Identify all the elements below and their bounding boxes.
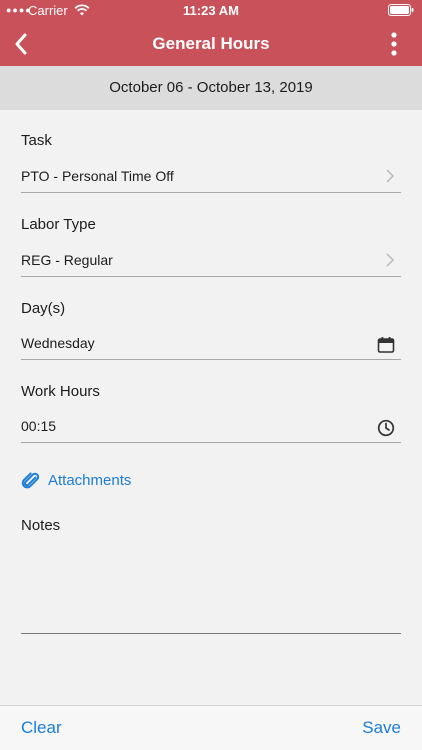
nav-bar: General Hours: [0, 22, 422, 66]
bottom-toolbar: Clear Save: [0, 705, 422, 750]
page-title: General Hours: [152, 34, 270, 53]
status-bar: ●●●● Carrier 11:23 AM: [0, 0, 422, 22]
days-field[interactable]: Wednesday: [21, 332, 401, 360]
date-range: October 06 - October 13, 2019: [0, 66, 422, 110]
paperclip-icon: [21, 472, 40, 489]
notes-label: Notes: [21, 517, 61, 534]
work-hours-field[interactable]: 00:15: [21, 415, 401, 443]
labor-type-field[interactable]: REG - Regular: [21, 249, 401, 277]
save-button[interactable]: Save: [362, 718, 401, 738]
labor-type-value: REG - Regular: [21, 252, 113, 268]
clear-button[interactable]: Clear: [21, 718, 62, 738]
days-label: Day(s): [21, 300, 66, 317]
task-value: PTO - Personal Time Off: [21, 168, 174, 184]
clock-icon[interactable]: [377, 419, 395, 437]
task-field[interactable]: PTO - Personal Time Off: [21, 165, 401, 193]
task-label: Task: [21, 132, 52, 149]
chevron-right-icon: [386, 169, 395, 183]
work-hours-label: Work Hours: [21, 383, 100, 400]
app-header: ●●●● Carrier 11:23 AM General Hours: [0, 0, 422, 66]
work-hours-value: 00:15: [21, 418, 57, 434]
calendar-icon[interactable]: [377, 336, 395, 354]
status-time: 11:23 AM: [183, 3, 239, 18]
notes-input[interactable]: [21, 544, 401, 634]
days-value: Wednesday: [21, 335, 95, 351]
more-vertical-icon[interactable]: [388, 30, 400, 58]
attachments-label: Attachments: [48, 472, 132, 489]
chevron-right-icon: [386, 253, 395, 267]
battery-icon: [388, 4, 414, 16]
labor-type-label: Labor Type: [21, 216, 96, 233]
